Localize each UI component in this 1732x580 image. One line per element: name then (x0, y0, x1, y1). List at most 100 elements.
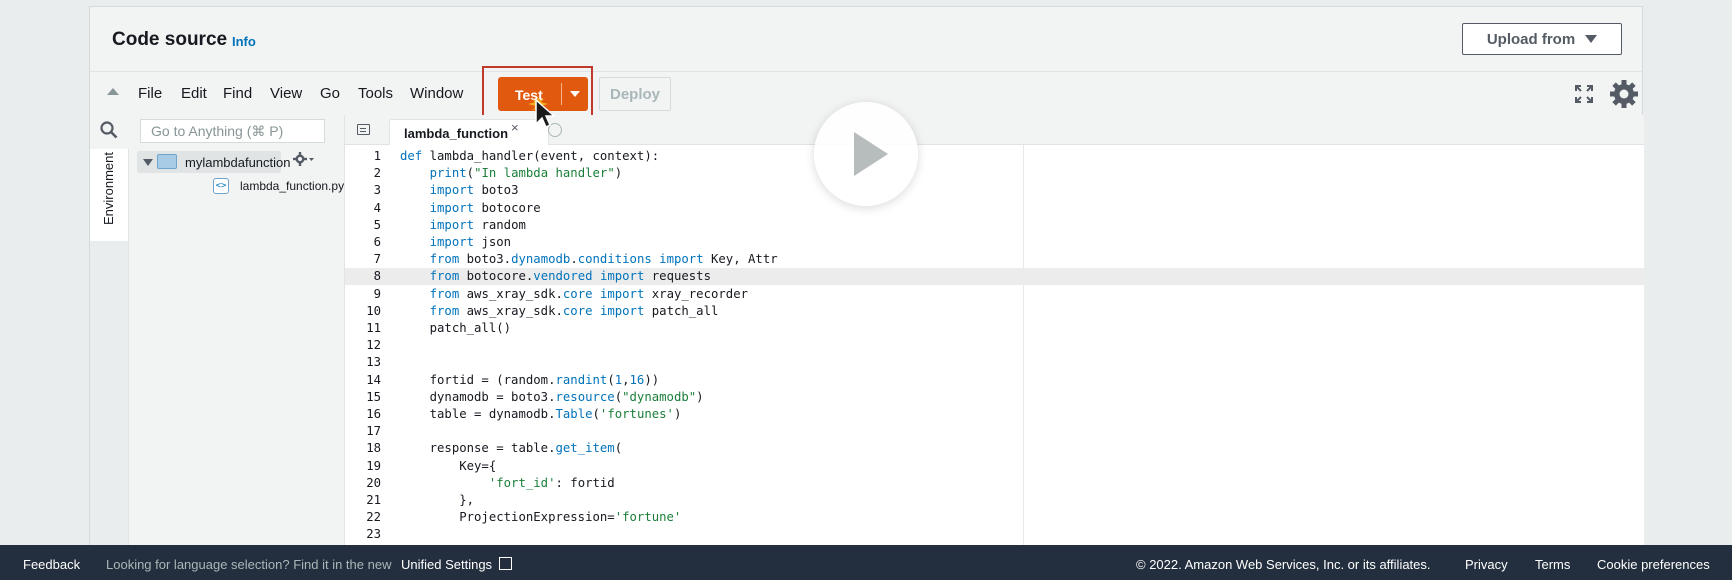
upload-from-button[interactable]: Upload from (1462, 23, 1622, 55)
unified-settings-link[interactable]: Unified Settings (401, 557, 492, 572)
environment-tab-label: Environment (101, 152, 116, 225)
code-text: print("In lambda handler") (429, 166, 623, 181)
code-line[interactable]: 19 Key={ (345, 458, 1644, 475)
test-dropdown-icon[interactable] (570, 91, 580, 97)
line-number: 23 (366, 527, 381, 542)
code-line[interactable]: 6 import json (345, 234, 1644, 251)
upload-from-label: Upload from (1486, 30, 1576, 48)
code-line[interactable]: 23 (345, 526, 1644, 543)
code-text: from boto3.dynamodb.conditions import Ke… (429, 252, 778, 267)
menu-file[interactable]: File (138, 85, 162, 102)
code-text: import json (429, 235, 512, 249)
line-number: 5 (373, 217, 381, 232)
code-text: patch_all() (400, 321, 512, 335)
sidebar-rail (90, 241, 129, 546)
code-text: table = dynamodb.Table('fortunes') (400, 407, 682, 421)
line-number: 16 (366, 407, 381, 421)
external-link-icon[interactable] (499, 557, 512, 570)
video-play-button[interactable] (814, 102, 918, 206)
code-line[interactable]: 9 from aws_xray_sdk.core import xray_rec… (345, 286, 1644, 303)
privacy-link[interactable]: Privacy (1465, 557, 1508, 572)
code-text: import random (429, 217, 526, 232)
menu-go[interactable]: Go (320, 85, 340, 102)
code-line[interactable]: 16 table = dynamodb.Table('fortunes') (345, 406, 1644, 423)
code-line[interactable]: 11 patch_all() (345, 320, 1644, 337)
tab-label: lambda_function (404, 126, 509, 141)
search-icon[interactable] (90, 115, 128, 145)
tab-list-icon[interactable] (357, 124, 370, 135)
code-text: import boto3 (429, 183, 519, 198)
line-number: 12 (366, 338, 381, 353)
code-text: }, (400, 493, 475, 507)
code-text: from botocore.vendored import requests (429, 269, 711, 284)
panel-title: Code source (112, 29, 228, 50)
line-number: 9 (373, 286, 381, 301)
code-line[interactable]: 13 (345, 354, 1644, 371)
code-line[interactable]: 5 import random (345, 217, 1644, 234)
menu-window[interactable]: Window (410, 85, 463, 102)
code-line[interactable]: 7 from boto3.dynamodb.conditions import … (345, 251, 1644, 268)
line-number: 7 (373, 252, 381, 267)
deploy-button[interactable]: Deploy (599, 77, 671, 111)
code-line[interactable]: 15 dynamodb = boto3.resource("dynamodb") (345, 389, 1644, 406)
code-line[interactable]: 20 'fort_id': fortid (345, 475, 1644, 492)
line-number: 8 (373, 269, 381, 284)
code-text: from aws_xray_sdk.core import xray_recor… (429, 286, 749, 301)
collapse-caret-icon[interactable] (107, 88, 119, 95)
terms-link[interactable]: Terms (1535, 557, 1570, 572)
menu-tools[interactable]: Tools (358, 85, 393, 102)
code-line[interactable]: 8 from botocore.vendored import requests (345, 268, 1644, 286)
code-line[interactable]: 14 fortid = (random.randint(1,16)) (345, 372, 1644, 389)
code-editor[interactable]: lambda_function × 1 def lambda_handler(ev… (344, 115, 1644, 546)
line-number: 13 (366, 355, 381, 370)
code-line[interactable]: 22 ProjectionExpression='fortune' (345, 509, 1644, 526)
page-footer: Feedback Looking for language selection?… (0, 545, 1732, 580)
code-line[interactable]: 17 (345, 423, 1644, 440)
python-file-icon: <> (213, 178, 229, 194)
mouse-cursor-icon (528, 96, 556, 129)
code-line[interactable]: 4 import botocore (345, 200, 1644, 217)
line-number: 4 (373, 200, 381, 215)
feedback-link[interactable]: Feedback (23, 557, 80, 572)
copyright-text: © 2022. Amazon Web Services, Inc. or its… (1136, 557, 1431, 572)
code-text: 'fort_id': fortid (488, 475, 615, 490)
file-name[interactable]: lambda_function.py (240, 179, 344, 193)
code-text: response = table.get_item( (400, 441, 623, 456)
code-lines[interactable]: 1 def lambda_handler(event, context): 2 pr… (345, 145, 1644, 546)
tab-close-icon[interactable]: × (511, 120, 519, 135)
info-link[interactable]: Info (232, 34, 256, 49)
folder-row[interactable]: mylambdafunction (137, 151, 291, 173)
cookie-preferences-link[interactable]: Cookie preferences (1597, 557, 1710, 572)
file-sidebar: Environment mylambdafunction <> (90, 115, 344, 546)
folder-settings-gear-icon[interactable] (293, 152, 315, 166)
line-number: 21 (366, 493, 381, 507)
line-number: 15 (366, 389, 381, 404)
code-line[interactable]: 1 def lambda_handler(event, context): (345, 148, 1644, 165)
code-text: def lambda_handler(event, context): (400, 149, 660, 163)
code-line[interactable]: 18 response = table.get_item( (345, 440, 1644, 457)
tab-lambda-function[interactable]: lambda_function (389, 119, 549, 145)
line-number: 18 (366, 441, 381, 456)
file-tree: mylambdafunction <> lambda_function.py (129, 145, 344, 546)
menu-edit[interactable]: Edit (181, 85, 207, 102)
menu-view[interactable]: View (270, 85, 302, 102)
line-number: 14 (366, 372, 381, 387)
line-number: 17 (366, 424, 381, 439)
code-text: import botocore (429, 200, 541, 215)
menu-find[interactable]: Find (223, 85, 252, 102)
go-to-anything-input[interactable] (140, 119, 325, 143)
settings-gear-icon[interactable] (1608, 78, 1640, 110)
line-number: 22 (366, 510, 381, 525)
code-line[interactable]: 12 (345, 337, 1644, 354)
panel-header: Code source Info Upload from (90, 7, 1642, 71)
code-line[interactable]: 3 import boto3 (345, 182, 1644, 199)
code-source-panel: Code source Info Upload from File Edit F… (89, 6, 1644, 546)
code-line[interactable]: 2 print("In lambda handler") (345, 165, 1644, 182)
language-prompt: Looking for language selection? Find it … (106, 557, 392, 572)
code-line[interactable]: 21 }, (345, 492, 1644, 509)
environment-tab[interactable]: Environment (90, 149, 129, 241)
line-number: 20 (366, 475, 381, 490)
code-line[interactable]: 10 from aws_xray_sdk.core import patch_a… (345, 303, 1644, 320)
expand-caret-icon[interactable] (143, 159, 153, 166)
fullscreen-icon[interactable] (1574, 84, 1594, 104)
